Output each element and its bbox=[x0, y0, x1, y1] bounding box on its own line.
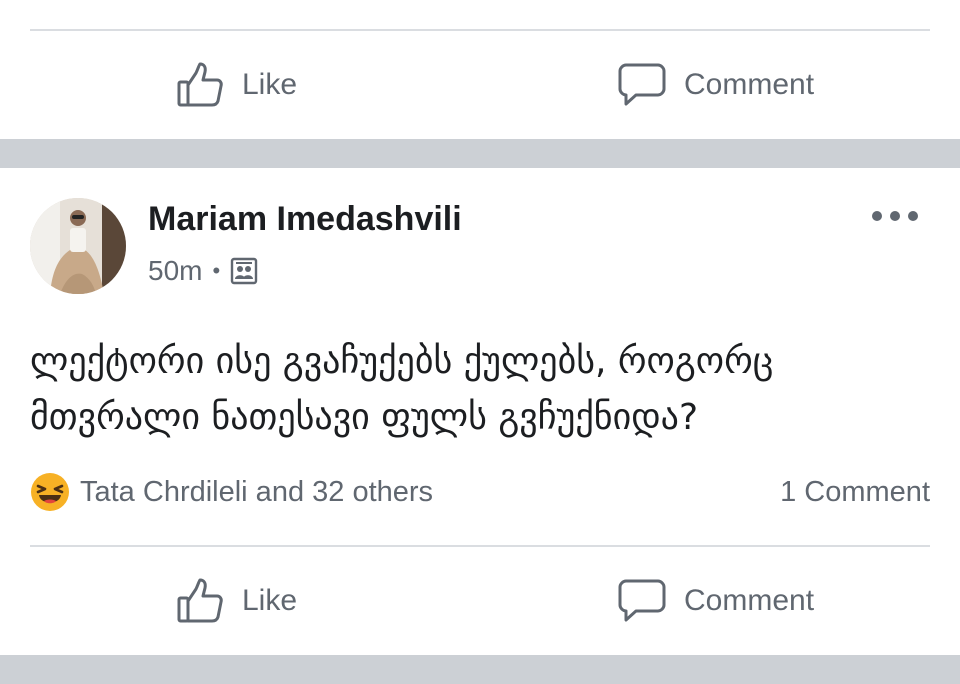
thumbs-up-icon bbox=[176, 577, 224, 625]
post-author-name[interactable]: Mariam Imedashvili bbox=[148, 200, 462, 239]
more-dot-icon bbox=[890, 211, 900, 221]
like-button[interactable]: Like bbox=[176, 31, 297, 139]
comment-bubble-icon bbox=[618, 61, 666, 109]
post-meta: 50m • bbox=[148, 255, 258, 287]
like-label: Like bbox=[242, 68, 298, 101]
friends-icon bbox=[230, 257, 258, 285]
post-timestamp[interactable]: 50m bbox=[148, 255, 202, 287]
comment-button[interactable]: Comment bbox=[618, 31, 814, 139]
reactions-summary[interactable]: Tata Chrdileli and 32 others bbox=[30, 470, 433, 514]
post-text-line: მთვრალი ნათესავი ფულს გვჩუქნიდა? bbox=[30, 397, 699, 438]
previous-post-action-bar: Like Comment bbox=[0, 31, 960, 139]
comments-count[interactable]: 1 Comment bbox=[780, 470, 930, 514]
like-button[interactable]: Like bbox=[176, 547, 297, 655]
feed-separator bbox=[0, 139, 960, 168]
feed-separator bbox=[0, 655, 960, 684]
meta-separator: • bbox=[212, 258, 221, 283]
post-action-bar: Like Comment bbox=[0, 547, 960, 655]
post-text: ლექტორი ისე გვაჩუქებს ქულებს, როგორც მთვ… bbox=[30, 334, 930, 446]
comment-label: Comment bbox=[684, 68, 815, 101]
post-text-line: ლექტორი ისე გვაჩუქებს ქულებს, როგორც bbox=[30, 341, 774, 382]
comment-button[interactable]: Comment bbox=[618, 547, 814, 655]
avatar[interactable] bbox=[30, 198, 126, 294]
more-options-button[interactable] bbox=[872, 196, 918, 236]
more-dot-icon bbox=[872, 211, 882, 221]
laughing-emoji-icon bbox=[30, 472, 70, 512]
comment-bubble-icon bbox=[618, 577, 666, 625]
like-label: Like bbox=[242, 584, 298, 617]
reactions-text: Tata Chrdileli and 32 others bbox=[80, 475, 434, 508]
more-dot-icon bbox=[908, 211, 918, 221]
comment-label: Comment bbox=[684, 584, 815, 617]
thumbs-up-icon bbox=[176, 61, 224, 109]
